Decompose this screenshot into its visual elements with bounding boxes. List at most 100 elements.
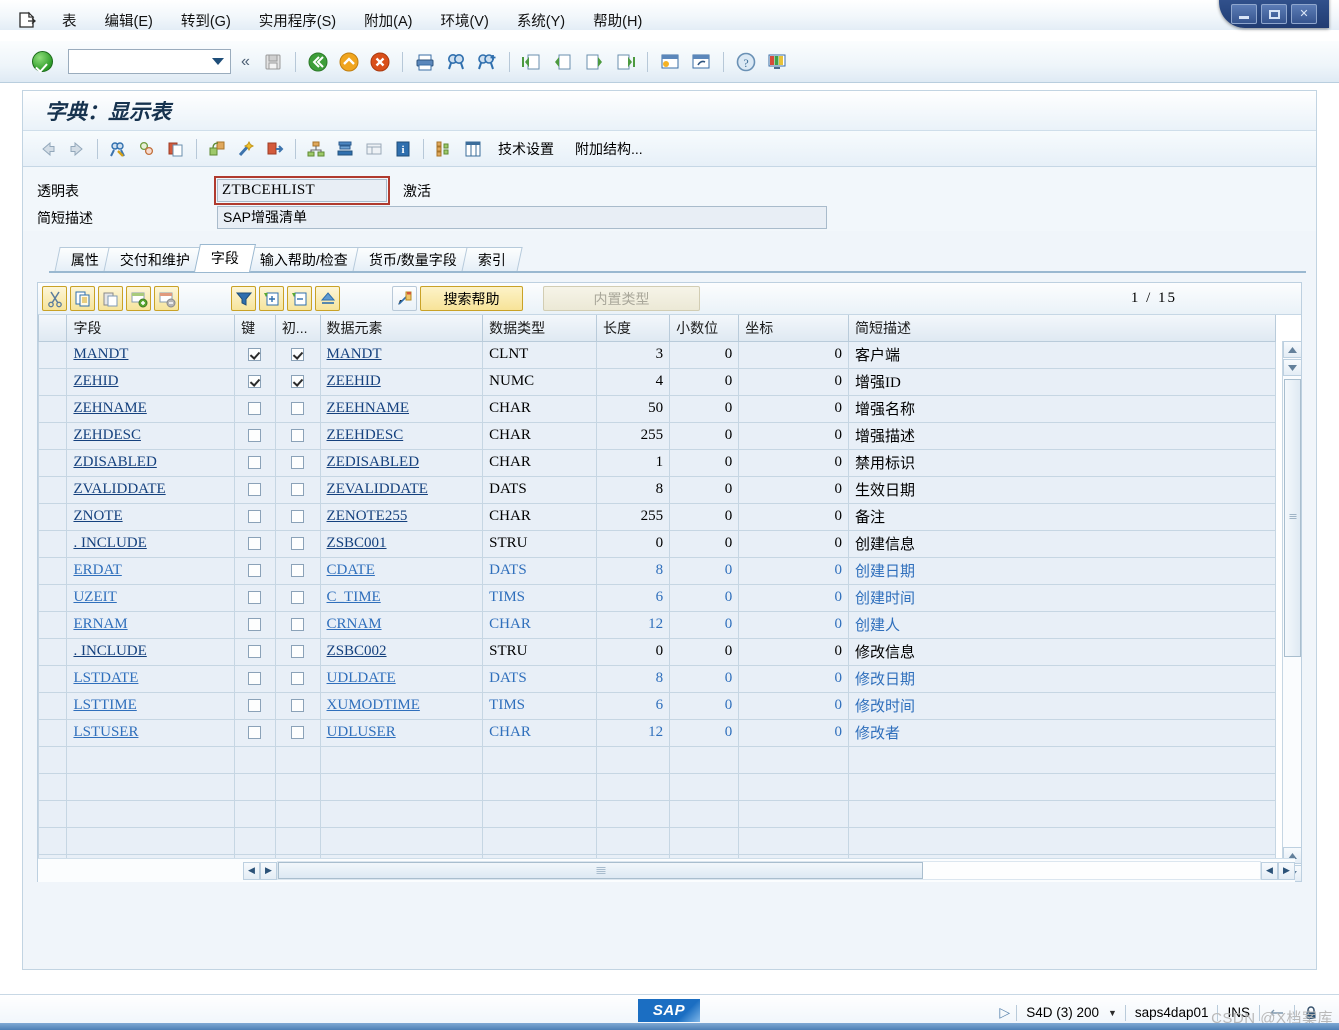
cell-data-element[interactable]: ZENOTE255 — [319, 502, 484, 531]
cell-key-flag[interactable] — [234, 367, 276, 396]
command-field[interactable] — [68, 49, 231, 74]
status-system-dropdown-icon[interactable]: ▼ — [1108, 1008, 1125, 1018]
cell-coord[interactable]: 0 — [738, 529, 850, 558]
cell-empty[interactable] — [482, 745, 597, 774]
cell-length[interactable]: 8 — [595, 556, 671, 585]
cell-coord[interactable]: 0 — [738, 448, 850, 477]
col-header-short-desc[interactable]: 简短描述 — [848, 315, 1276, 342]
init-checkbox[interactable] — [291, 402, 305, 416]
cell-empty[interactable] — [482, 826, 597, 855]
cell-empty[interactable] — [66, 826, 236, 855]
row-selector[interactable] — [37, 664, 68, 693]
cell-data-type[interactable]: DATS — [482, 664, 597, 693]
cell-key-flag[interactable] — [234, 610, 276, 639]
key-checkbox[interactable] — [248, 510, 262, 524]
cell-empty[interactable] — [274, 772, 321, 801]
cell-key-flag[interactable] — [234, 475, 276, 504]
cell-coord[interactable]: 0 — [738, 583, 850, 612]
row-selector[interactable] — [37, 448, 68, 477]
search-help-button[interactable]: 搜索帮助 — [420, 286, 523, 311]
cell-data-type[interactable]: STRU — [482, 637, 597, 666]
create-session-icon[interactable] — [657, 49, 683, 75]
scroll-up-top-icon[interactable] — [1283, 341, 1302, 358]
row-selector[interactable] — [37, 718, 68, 747]
field-name[interactable]: LSTTIME — [73, 697, 136, 713]
table-row[interactable]: ZNOTE ZENOTE255 CHAR 255 0 0 备注 — [37, 502, 1276, 531]
table-row-empty[interactable] — [37, 745, 1276, 774]
cell-length[interactable]: 255 — [595, 421, 671, 450]
field-name[interactable]: ZNOTE — [73, 508, 122, 524]
horizontal-scroll-thumb[interactable] — [278, 862, 923, 879]
copy-icon[interactable] — [70, 286, 95, 311]
table-row-empty[interactable] — [37, 799, 1276, 828]
cell-decimals[interactable]: 0 — [669, 529, 740, 558]
cell-decimals[interactable]: 0 — [669, 610, 740, 639]
cell-init-flag[interactable] — [274, 637, 321, 666]
status-lock-icon[interactable] — [1295, 1005, 1327, 1021]
grid-vertical-scrollbar[interactable] — [1282, 341, 1302, 882]
cell-field[interactable]: UZEIT — [66, 583, 236, 612]
table-row[interactable]: ERDAT CDATE DATS 8 0 0 创建日期 — [37, 556, 1276, 585]
cell-data-type[interactable]: STRU — [482, 529, 597, 558]
data-element-name[interactable]: CDATE — [327, 562, 375, 578]
cell-field[interactable]: LSTTIME — [66, 691, 236, 720]
key-checkbox[interactable] — [248, 375, 262, 389]
cell-empty[interactable] — [669, 799, 740, 828]
cell-init-flag[interactable] — [274, 610, 321, 639]
cell-empty[interactable] — [669, 772, 740, 801]
cell-short-desc[interactable]: 修改信息 — [848, 637, 1276, 666]
cell-coord[interactable]: 0 — [738, 367, 850, 396]
cell-empty[interactable] — [319, 826, 484, 855]
field-name[interactable]: LSTUSER — [73, 724, 138, 740]
cell-decimals[interactable]: 0 — [669, 367, 740, 396]
previous-page-icon[interactable] — [550, 49, 576, 75]
cell-field[interactable]: ZVALIDDATE — [66, 475, 236, 504]
cell-field[interactable]: . INCLUDE — [66, 529, 236, 558]
cell-key-flag[interactable] — [234, 583, 276, 612]
data-element-name[interactable]: UDLUSER — [327, 724, 396, 740]
cell-coord[interactable]: 0 — [738, 610, 850, 639]
cell-empty[interactable] — [319, 772, 484, 801]
cell-field[interactable]: ZNOTE — [66, 502, 236, 531]
row-selector[interactable] — [37, 610, 68, 639]
init-checkbox[interactable] — [291, 348, 305, 362]
cell-init-flag[interactable] — [274, 718, 321, 747]
delete-row-icon[interactable] — [154, 286, 179, 311]
cell-decimals[interactable]: 0 — [669, 556, 740, 585]
cell-init-flag[interactable] — [274, 556, 321, 585]
init-checkbox[interactable] — [291, 672, 305, 686]
cell-data-type[interactable]: CLNT — [482, 340, 597, 369]
cut-icon[interactable] — [42, 286, 67, 311]
cell-data-element[interactable]: XUMODTIME — [319, 691, 484, 720]
cell-decimals[interactable]: 0 — [669, 664, 740, 693]
init-checkbox[interactable] — [291, 375, 305, 389]
columns-icon[interactable] — [460, 136, 486, 162]
cell-empty[interactable] — [595, 799, 671, 828]
cell-key-flag[interactable] — [234, 637, 276, 666]
init-checkbox[interactable] — [291, 537, 305, 551]
cell-coord[interactable]: 0 — [738, 421, 850, 450]
cell-length[interactable]: 3 — [595, 340, 671, 369]
data-element-name[interactable]: C_TIME — [327, 589, 381, 605]
cell-short-desc[interactable]: 修改者 — [848, 718, 1276, 747]
cell-empty[interactable] — [482, 799, 597, 828]
col-header-data-type[interactable]: 数据类型 — [482, 315, 597, 342]
data-element-name[interactable]: ZSBC001 — [327, 535, 387, 551]
cell-empty[interactable] — [234, 799, 276, 828]
cell-init-flag[interactable] — [274, 502, 321, 531]
row-selector[interactable] — [37, 394, 68, 423]
cell-data-element[interactable]: MANDT — [319, 340, 484, 369]
data-element-name[interactable]: ZEEHNAME — [327, 400, 410, 416]
key-checkbox[interactable] — [248, 726, 262, 740]
table-row[interactable]: LSTDATE UDLDATE DATS 8 0 0 修改日期 — [37, 664, 1276, 693]
menu-item-edit[interactable]: 编辑(E) — [91, 6, 167, 35]
cell-empty[interactable] — [595, 745, 671, 774]
field-name[interactable]: MANDT — [73, 346, 128, 362]
row-selector[interactable] — [37, 799, 68, 828]
cell-short-desc[interactable]: 备注 — [848, 502, 1276, 531]
cell-empty[interactable] — [848, 799, 1276, 828]
init-checkbox[interactable] — [291, 645, 305, 659]
forward-nav-icon[interactable] — [262, 136, 288, 162]
cell-length[interactable]: 0 — [595, 637, 671, 666]
cell-data-element[interactable]: ZSBC002 — [319, 637, 484, 666]
